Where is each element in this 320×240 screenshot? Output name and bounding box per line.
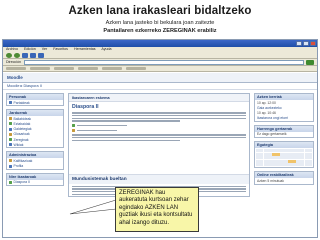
address-input[interactable]	[23, 59, 304, 65]
resource-link[interactable]	[69, 128, 249, 133]
link-chip[interactable]	[54, 67, 74, 70]
link-label: Glosarioak	[13, 132, 30, 137]
link-label: Partaideak	[13, 100, 30, 105]
link-profila[interactable]: Profila	[7, 164, 63, 169]
profile-icon	[9, 164, 12, 168]
forum-icon	[9, 122, 12, 126]
right-column: Azken berriak 10 ap. 12:00 Gaia aurkezte…	[254, 93, 314, 188]
block-nire-ikastaroak: Nire ikastaroak Diaspora II	[6, 172, 64, 186]
browser-titlebar	[3, 40, 317, 47]
block-personak: Personak Partaideak	[6, 93, 64, 107]
calendar-grid[interactable]	[255, 148, 313, 167]
section-heading: Mundusistemak bueltan	[69, 174, 249, 185]
browser-toolbar	[3, 52, 317, 59]
text-line	[72, 114, 246, 117]
forum-icon	[72, 124, 75, 128]
online-note: Azken 5 minutuak	[257, 178, 284, 183]
block-azken-berriak: Azken berriak 10 ap. 12:00 Gaia aurkezte…	[254, 93, 314, 122]
breadcrumb[interactable]: Moodle ▸ Diaspora II	[3, 83, 317, 90]
course-header: Moodle	[3, 73, 317, 83]
text-line	[76, 129, 117, 132]
users-icon	[9, 101, 12, 105]
text-line	[72, 134, 246, 136]
menu-ver[interactable]: Ver	[42, 47, 47, 51]
main-column: Ikastaroaren eskema Diaspora II Mundusis…	[68, 93, 250, 198]
link-chip[interactable]	[102, 67, 122, 70]
callout-text: ZEREGINAK hau aukeratuta kurtsoan zehar …	[119, 190, 193, 226]
link-course[interactable]: Diaspora II	[7, 180, 63, 185]
menu-ayuda[interactable]: Ayuda	[101, 47, 111, 51]
maximize-button[interactable]	[303, 41, 309, 46]
link-chip[interactable]	[126, 67, 146, 70]
course-outline: Ikastaroaren eskema Diaspora II Mundusis…	[68, 93, 250, 198]
block-online: Online erabiltzaileak Azken 5 minutuak	[254, 171, 314, 185]
link-label: Zereginak	[13, 137, 29, 142]
glossary-icon	[9, 132, 12, 136]
block-egutegia: Egutegia	[254, 140, 314, 169]
link-partaideak[interactable]: Partaideak	[7, 100, 63, 105]
slide-subtitle-1: Azken lana jasteko bi bekulara joan zait…	[105, 20, 215, 26]
back-icon[interactable]	[6, 52, 12, 58]
minimize-button[interactable]	[296, 41, 302, 46]
link-label: Eztabaidak	[13, 121, 31, 126]
wiki-icon	[9, 143, 12, 147]
menu-archivo[interactable]: Archivo	[6, 47, 18, 51]
block-jarduerak: Jarduerak Baliabideak Eztabaidak Galdete…	[6, 109, 64, 149]
link-chip[interactable]	[6, 67, 26, 70]
link-chip[interactable]	[78, 67, 98, 70]
link-label: Baliabideak	[13, 116, 32, 121]
topic-title: Diaspora II	[72, 104, 99, 110]
assignment-icon	[9, 138, 12, 142]
home-icon[interactable]	[38, 52, 44, 58]
outline-heading: Ikastaroaren eskema	[69, 94, 249, 102]
text-line	[72, 117, 246, 120]
topic-body	[69, 134, 249, 174]
menu-herramientas[interactable]: Herramientas	[74, 47, 96, 51]
text-line	[76, 124, 127, 127]
link-wikiak[interactable]: Wikiak	[7, 142, 63, 147]
events-empty: Ez dago gertaerarik	[257, 132, 287, 137]
forward-icon[interactable]	[14, 52, 20, 58]
resource-icon	[72, 129, 75, 133]
slide-title: Azken lana irakasleari bidaltzeko	[68, 5, 252, 17]
block-hurrengo-gertaerak: Hurrengo gertaerak Ez dago gertaerarik	[254, 124, 314, 138]
link-label: Kalifikazioak	[13, 158, 33, 163]
quiz-icon	[9, 127, 12, 131]
go-button[interactable]	[306, 59, 314, 65]
address-label: Dirección	[6, 60, 21, 64]
menu-edicion[interactable]: Edición	[24, 47, 36, 51]
block-administrazioa: Administrazioa Kalifikazioak Profila	[6, 151, 64, 170]
address-bar: Dirección	[3, 59, 317, 66]
links-bar	[3, 66, 317, 72]
link-chip[interactable]	[30, 67, 50, 70]
link-label: Galdetegiak	[13, 127, 32, 132]
callout-note: ZEREGINAK hau aukeratuta kurtsoan zehar …	[115, 187, 199, 232]
news-link[interactable]: Ikastarora ongi etorri	[255, 116, 313, 121]
menu-favoritos[interactable]: Favoritos	[53, 47, 68, 51]
text-line	[72, 120, 180, 122]
close-button[interactable]	[310, 41, 316, 46]
text-line	[72, 112, 246, 114]
text-line	[72, 137, 246, 139]
resource-icon	[9, 117, 12, 121]
link-label: Profila	[13, 164, 24, 169]
stop-icon[interactable]	[22, 52, 28, 58]
grades-icon	[9, 159, 12, 163]
left-column: Personak Partaideak Jarduerak Baliabidea…	[6, 93, 64, 189]
refresh-icon[interactable]	[30, 52, 36, 58]
text-line	[72, 139, 180, 142]
course-icon	[9, 180, 12, 184]
link-label: Wikiak	[13, 142, 24, 147]
link-label: Diaspora II	[13, 180, 30, 185]
slide-subtitle-2: Pantailaren ezkerreko ZEREGINAK erabiliz	[103, 28, 217, 34]
